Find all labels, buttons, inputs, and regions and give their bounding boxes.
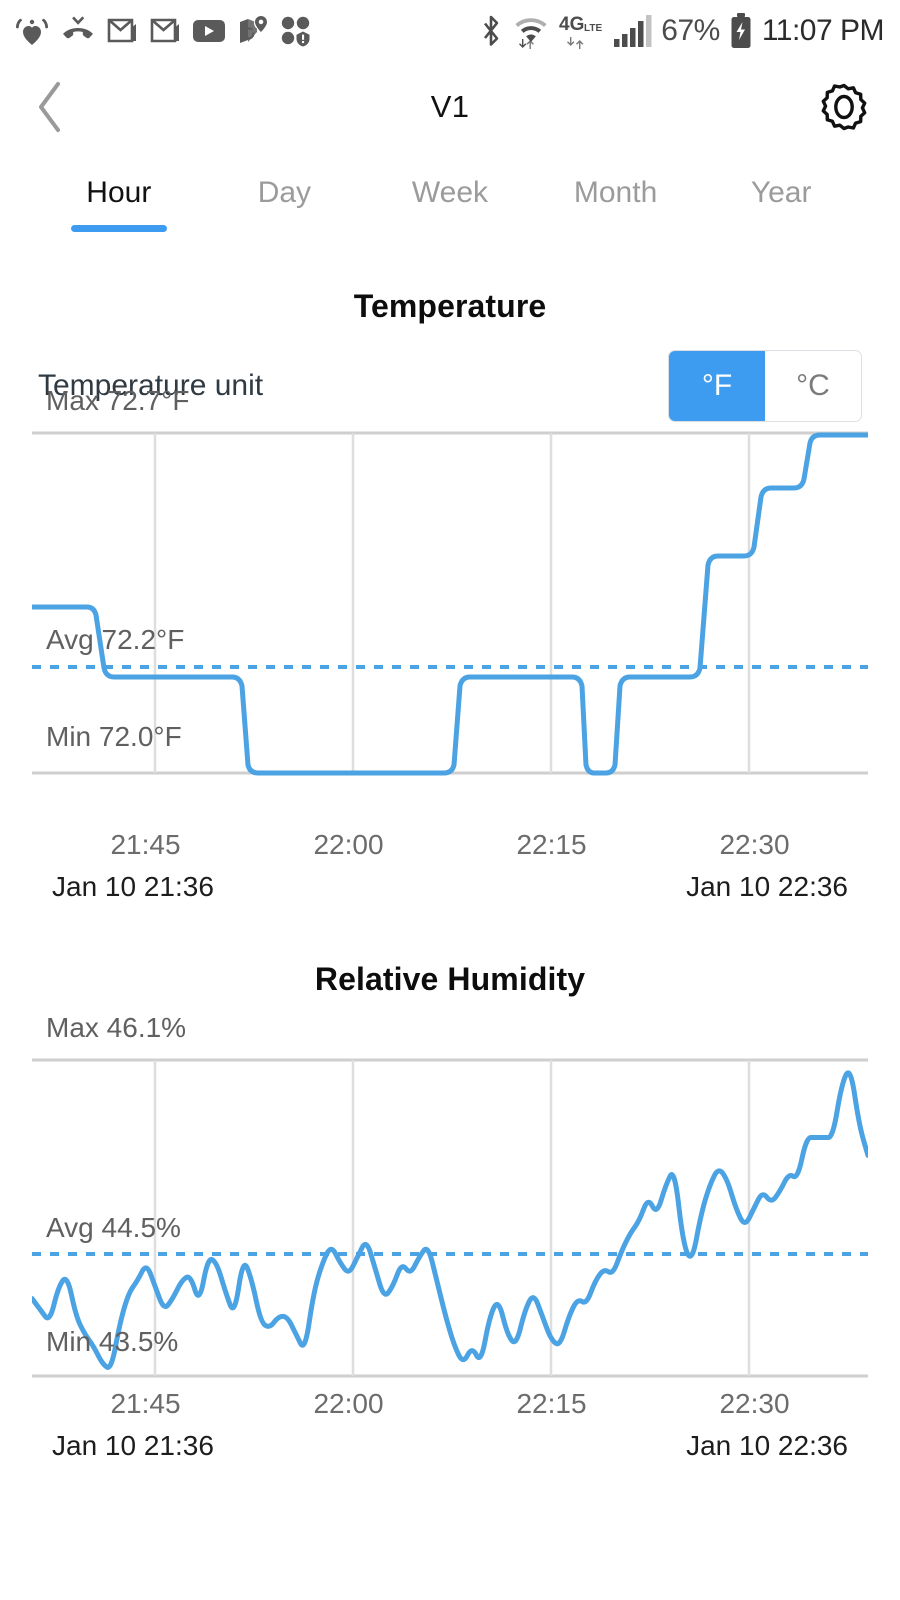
humidity-section: Relative Humidity Max 46.1% Avg 44.5% Mi…: [0, 961, 900, 1462]
humidity-x-axis: 21:45 22:00 22:15 22:30: [32, 1388, 868, 1420]
bluetooth-icon: [484, 15, 499, 46]
battery-charging-icon: [731, 13, 751, 48]
4g-lte-icon: 4G LTE: [559, 14, 603, 49]
humidity-chart-block: Max 46.1% Avg 44.5% Min 43.5% 21:45 22:0…: [0, 1012, 900, 1462]
x-tick-label: 21:45: [110, 1388, 181, 1419]
tab-label: Month: [573, 176, 658, 209]
gmail-icon: [150, 18, 179, 43]
temperature-chart-svg: [32, 431, 868, 776]
wifi-icon: [515, 18, 547, 49]
humidity-chart[interactable]: Max 46.1% Avg 44.5% Min 43.5%: [32, 1012, 868, 1384]
svg-text:LTE: LTE: [584, 23, 602, 34]
temperature-title: Temperature: [353, 288, 547, 324]
tab-month[interactable]: Month: [533, 170, 699, 210]
tab-label: Day: [257, 176, 312, 209]
status-bar-left-icons: [14, 15, 312, 47]
x-tick-label: 22:00: [313, 1388, 384, 1419]
humidity-range-row: Jan 10 21:36 Jan 10 22:36: [32, 1430, 868, 1462]
humidity-max-stat: Max 46.1%: [46, 1012, 187, 1043]
temperature-x-axis: 21:45 22:00 22:15 22:30: [32, 829, 868, 861]
range-start-label: Jan 10 21:36: [52, 871, 214, 902]
svg-text:4G: 4G: [559, 14, 584, 35]
range-end-label: Jan 10 22:36: [686, 1430, 848, 1461]
temperature-unit-label: Temperature unit: [38, 369, 264, 402]
signal-bars-icon: [614, 15, 652, 47]
page-title: V1: [430, 89, 470, 124]
app-grid-alert-icon: [281, 16, 310, 47]
tab-label: Hour: [86, 176, 152, 209]
humidity-title: Relative Humidity: [314, 961, 586, 997]
tab-day[interactable]: Day: [202, 170, 368, 210]
range-start-label: Jan 10 21:36: [52, 1430, 214, 1461]
x-tick-label: 22:15: [516, 1388, 587, 1419]
app-header: V1: [0, 62, 900, 152]
temperature-unit-toggle[interactable]: °F °C: [668, 350, 862, 422]
unit-option-celsius[interactable]: °C: [765, 351, 861, 421]
tab-active-underline: [70, 225, 167, 232]
x-tick-label: 22:30: [719, 829, 790, 860]
google-maps-icon: [240, 16, 268, 43]
temperature-chart-block: Max 72.7°F Avg 72.2°F Min 72.0°F 21:45 2…: [0, 385, 900, 903]
youtube-icon: [193, 20, 225, 42]
tab-year[interactable]: Year: [698, 170, 864, 210]
unit-option-fahrenheit[interactable]: °F: [669, 351, 765, 421]
x-tick-label: 22:00: [313, 829, 384, 860]
status-bar: 4G LTE 67% 11:07 PM: [0, 0, 900, 62]
status-bar-right-icons: 4G LTE 67% 11:07 PM: [479, 13, 885, 49]
temperature-range-row: Jan 10 21:36 Jan 10 22:36: [32, 871, 868, 903]
battery-percentage: 67%: [661, 14, 720, 47]
tab-hour[interactable]: Hour: [36, 170, 202, 232]
tab-label: Year: [750, 176, 812, 209]
humidity-chart-svg: [32, 1058, 868, 1378]
x-tick-label: 22:15: [516, 829, 587, 860]
status-bar-clock: 11:07 PM: [761, 14, 885, 47]
tab-week[interactable]: Week: [367, 170, 533, 210]
range-end-label: Jan 10 22:36: [686, 871, 848, 902]
x-tick-label: 22:30: [719, 1388, 790, 1419]
temperature-section: Temperature Temperature unit °F °C Max 7…: [0, 288, 900, 903]
missed-call-icon: [63, 16, 93, 39]
gmail-icon: [107, 18, 136, 43]
iheartradio-icon: [16, 18, 48, 45]
temperature-unit-row: Temperature unit °F °C: [0, 347, 900, 425]
tab-label: Week: [411, 176, 489, 209]
period-tabs: Hour Day Week Month Year: [0, 152, 900, 240]
temperature-chart[interactable]: Max 72.7°F Avg 72.2°F Min 72.0°F: [32, 385, 868, 825]
x-tick-label: 21:45: [110, 829, 181, 860]
